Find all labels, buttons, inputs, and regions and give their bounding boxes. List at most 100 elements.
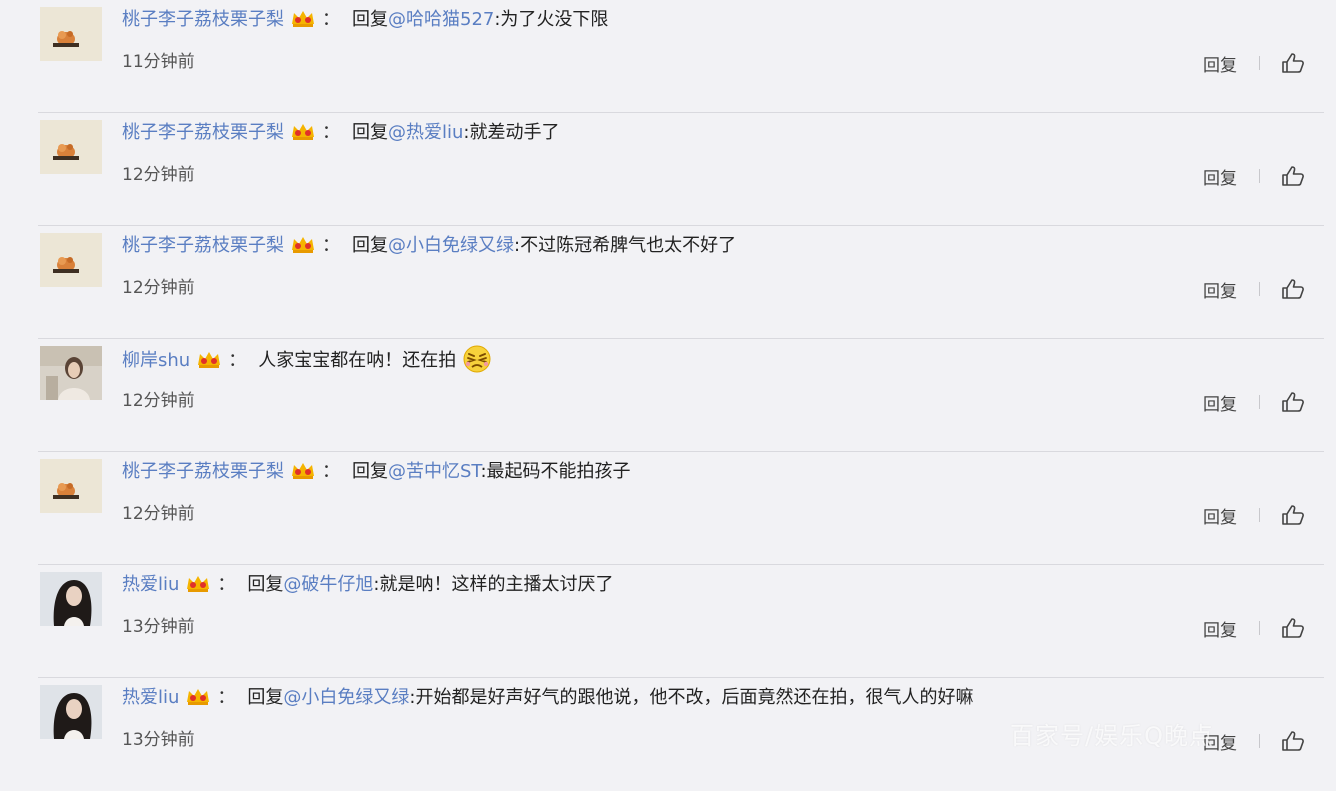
reply-prefix: 回复 — [247, 574, 284, 595]
divider — [1259, 621, 1260, 635]
reply-prefix: 回复 — [352, 235, 388, 256]
user-avatar[interactable] — [40, 459, 102, 513]
crown-vip-icon — [288, 234, 318, 254]
colon: ： — [217, 687, 236, 708]
thumbs-up-icon[interactable] — [1280, 616, 1306, 640]
timestamp: 11分钟前 — [122, 52, 195, 72]
comment-body: :不过陈冠希脾气也太不好了 — [514, 235, 737, 256]
mention-link[interactable]: @小白免绿又绿 — [388, 235, 514, 256]
avatar-girl-dark-icon — [40, 685, 102, 739]
comment-actions: 回复 — [1203, 615, 1306, 641]
avatar-flower-icon — [40, 120, 102, 174]
comment-item: 热爱liu：回复@破牛仔旭:就是呐！这样的主播太讨厌了 13分钟前 回复 — [38, 565, 1324, 678]
comment-body: :就是呐！这样的主播太讨厌了 — [373, 574, 614, 595]
mention-link[interactable]: @小白免绿又绿 — [283, 687, 409, 708]
crown-vip-icon — [288, 8, 318, 28]
comment-text-line: 桃子李子荔枝栗子梨 ： 回复@小白免绿又绿:不过陈冠希脾气也太不好了 — [122, 231, 736, 261]
angry-face-emoji — [460, 344, 494, 374]
thumbs-up-icon[interactable] — [1280, 729, 1306, 753]
comment-body: :就差动手了 — [463, 122, 560, 143]
avatar-girl-light-icon — [40, 346, 102, 400]
user-avatar[interactable] — [40, 685, 102, 739]
crown-vip-icon — [183, 686, 213, 706]
watermark: 百家号/娱乐Q晚点 — [1010, 722, 1214, 750]
user-avatar[interactable] — [40, 233, 102, 287]
reply-button[interactable]: 回复 — [1203, 277, 1237, 302]
colon: ： — [322, 9, 340, 30]
comment-text-line: 桃子李子荔枝栗子梨 ： 回复@哈哈猫527:为了火没下限 — [122, 5, 608, 35]
divider — [1259, 508, 1260, 522]
crown-vip-icon — [183, 573, 213, 593]
thumbs-up-icon[interactable] — [1280, 277, 1306, 301]
reply-button[interactable]: 回复 — [1203, 164, 1237, 189]
comment-item: 桃子李子荔枝栗子梨：回复@小白免绿又绿:不过陈冠希脾气也太不好了 12分钟前 回… — [38, 226, 1324, 339]
username-link[interactable]: 桃子李子荔枝栗子梨 — [122, 9, 284, 30]
username-link[interactable]: 柳岸shu — [122, 350, 190, 371]
colon: ： — [217, 574, 236, 595]
crown-vip-icon — [288, 460, 318, 480]
username-link[interactable]: 桃子李子荔枝栗子梨 — [122, 235, 284, 256]
comment-item: 桃子李子荔枝栗子梨：回复@苦中忆ST:最起码不能拍孩子 12分钟前 回复 — [38, 452, 1324, 565]
reply-button[interactable]: 回复 — [1203, 503, 1237, 528]
comment-text-line: 热爱liu ： 回复@破牛仔旭:就是呐！这样的主播太讨厌了 — [122, 570, 614, 600]
mention-link[interactable]: @苦中忆ST — [388, 461, 480, 482]
thumbs-up-icon[interactable] — [1280, 503, 1306, 527]
avatar-flower-icon — [40, 7, 102, 61]
divider — [1259, 169, 1260, 183]
comment-actions: 回复 — [1203, 276, 1306, 302]
timestamp: 12分钟前 — [122, 165, 195, 185]
comment-actions: 回复 — [1203, 728, 1306, 754]
comment-actions: 回复 — [1203, 502, 1306, 528]
reply-button[interactable]: 回复 — [1203, 51, 1237, 76]
comment-actions: 回复 — [1203, 389, 1306, 415]
username-link[interactable]: 桃子李子荔枝栗子梨 — [122, 461, 284, 482]
comment-actions: 回复 — [1203, 50, 1306, 76]
thumbs-up-icon[interactable] — [1280, 164, 1306, 188]
avatar-flower-icon — [40, 459, 102, 513]
reply-prefix: 回复 — [352, 122, 388, 143]
user-avatar[interactable] — [40, 346, 102, 400]
reply-prefix: 回复 — [247, 687, 284, 708]
reply-button[interactable]: 回复 — [1203, 616, 1237, 641]
username-link[interactable]: 热爱liu — [122, 574, 179, 595]
username-link[interactable]: 热爱liu — [122, 687, 179, 708]
divider — [1259, 395, 1260, 409]
divider — [1259, 56, 1260, 70]
user-avatar[interactable] — [40, 7, 102, 61]
divider — [1259, 734, 1260, 748]
comment-text-line: 桃子李子荔枝栗子梨 ： 回复@热爱liu:就差动手了 — [122, 118, 560, 148]
comment-item: 桃子李子荔枝栗子梨：回复@哈哈猫527:为了火没下限 11分钟前 回复 — [38, 0, 1324, 113]
user-avatar[interactable] — [40, 120, 102, 174]
user-avatar[interactable] — [40, 572, 102, 626]
reply-prefix: 回复 — [352, 9, 388, 30]
timestamp: 12分钟前 — [122, 504, 195, 524]
timestamp: 12分钟前 — [122, 278, 195, 298]
comment-item: 柳岸shu ： 人家宝宝都在呐！还在拍 12分钟前 回复 — [38, 339, 1324, 452]
comment-text-line: 热爱liu ： 回复@小白免绿又绿:开始都是好声好气的跟他说，他不改，后面竟然还在拍… — [122, 683, 973, 713]
comment-actions: 回复 — [1203, 163, 1306, 189]
mention-link[interactable]: @破牛仔旭 — [283, 574, 373, 595]
mention-link[interactable]: @哈哈猫527 — [388, 9, 494, 30]
reply-button[interactable]: 回复 — [1203, 390, 1237, 415]
thumbs-up-icon[interactable] — [1280, 51, 1306, 75]
avatar-girl-dark-icon — [40, 572, 102, 626]
comment-text-line: 桃子李子荔枝栗子梨 ： 回复@苦中忆ST:最起码不能拍孩子 — [122, 457, 631, 487]
mention-link[interactable]: @热爱liu — [388, 122, 463, 143]
colon: ： — [322, 235, 340, 256]
crown-vip-icon — [288, 121, 318, 141]
crown-vip-icon — [194, 349, 224, 369]
comment-list: 桃子李子荔枝栗子梨：回复@哈哈猫527:为了火没下限 11分钟前 回复 桃子李子… — [0, 0, 1336, 768]
comment-body: :最起码不能拍孩子 — [480, 461, 631, 482]
colon: ： — [322, 461, 340, 482]
username-link[interactable]: 桃子李子荔枝栗子梨 — [122, 122, 284, 143]
thumbs-up-icon[interactable] — [1280, 390, 1306, 414]
timestamp: 13分钟前 — [122, 617, 195, 637]
comment-item: 桃子李子荔枝栗子梨：回复@热爱liu:就差动手了 12分钟前 回复 — [38, 113, 1324, 226]
timestamp: 13分钟前 — [122, 730, 195, 750]
reply-prefix: 回复 — [352, 461, 388, 482]
comment-text-line: 柳岸shu ： 人家宝宝都在呐！还在拍 — [122, 344, 494, 374]
colon: ： — [322, 122, 340, 143]
comment-body: :开始都是好声好气的跟他说，他不改，后面竟然还在拍，很气人的好嘛 — [409, 687, 974, 708]
avatar-flower-icon — [40, 233, 102, 287]
timestamp: 12分钟前 — [122, 391, 195, 411]
